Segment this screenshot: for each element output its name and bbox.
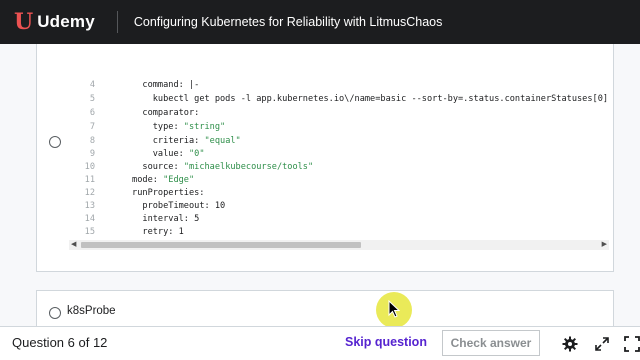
- course-title[interactable]: Configuring Kubernetes for Reliability w…: [134, 15, 442, 29]
- mouse-pointer-icon: [388, 300, 400, 318]
- code-line: 15 retry: 1: [84, 227, 184, 237]
- udemy-logo-text: Udemy: [37, 12, 95, 31]
- answer-radio[interactable]: [49, 307, 61, 319]
- code-line: 9 value: "0": [89, 149, 205, 159]
- gear-icon[interactable]: [562, 336, 578, 352]
- answer-radio[interactable]: [49, 136, 61, 148]
- header-divider: [116, 11, 118, 33]
- quiz-content: 4 command: |- 5 kubectl get pods -l app.…: [0, 44, 640, 326]
- answer-option-code[interactable]: 4 command: |- 5 kubectl get pods -l app.…: [36, 44, 614, 272]
- question-counter: Question 6 of 12: [12, 335, 108, 350]
- code-line: 7 type: "string": [89, 122, 226, 132]
- answer-option[interactable]: k8sProbe: [36, 290, 614, 326]
- code-line: 14 interval: 5: [84, 214, 200, 224]
- scroll-left-icon[interactable]: ◀: [71, 241, 76, 249]
- code-line: 12 runProperties:: [84, 188, 205, 198]
- top-bar: U Udemy Configuring Kubernetes for Relia…: [0, 0, 640, 44]
- fullscreen-icon[interactable]: [624, 336, 640, 352]
- scroll-right-icon[interactable]: ▶: [602, 241, 607, 249]
- answer-label: k8sProbe: [67, 305, 116, 317]
- skip-question-button[interactable]: Skip question: [345, 335, 427, 349]
- udemy-logo-icon: U: [14, 9, 34, 35]
- code-line: 4 command: |-: [89, 80, 200, 90]
- code-line: 11 mode: "Edge": [84, 175, 195, 185]
- check-answer-button[interactable]: Check answer: [442, 330, 540, 356]
- bottom-bar: Question 6 of 12 Skip question Check ans…: [0, 326, 640, 360]
- code-line: 6 comparator:: [89, 108, 200, 118]
- cursor-highlight: [376, 292, 412, 326]
- code-line: 10 source: "michaelkubecourse/tools": [84, 162, 314, 172]
- code-line: 13 probeTimeout: 10: [84, 201, 226, 211]
- horizontal-scrollbar[interactable]: ◀ ▶: [69, 240, 609, 250]
- code-line: 5 kubectl get pods -l app.kubernetes.io\…: [89, 94, 609, 104]
- expand-icon[interactable]: [594, 336, 610, 352]
- code-block: 4 command: |- 5 kubectl get pods -l app.…: [69, 44, 609, 256]
- udemy-logo[interactable]: U Udemy: [14, 11, 95, 33]
- scrollbar-thumb[interactable]: [81, 242, 361, 248]
- code-line: 8 criteria: "equal": [89, 136, 241, 146]
